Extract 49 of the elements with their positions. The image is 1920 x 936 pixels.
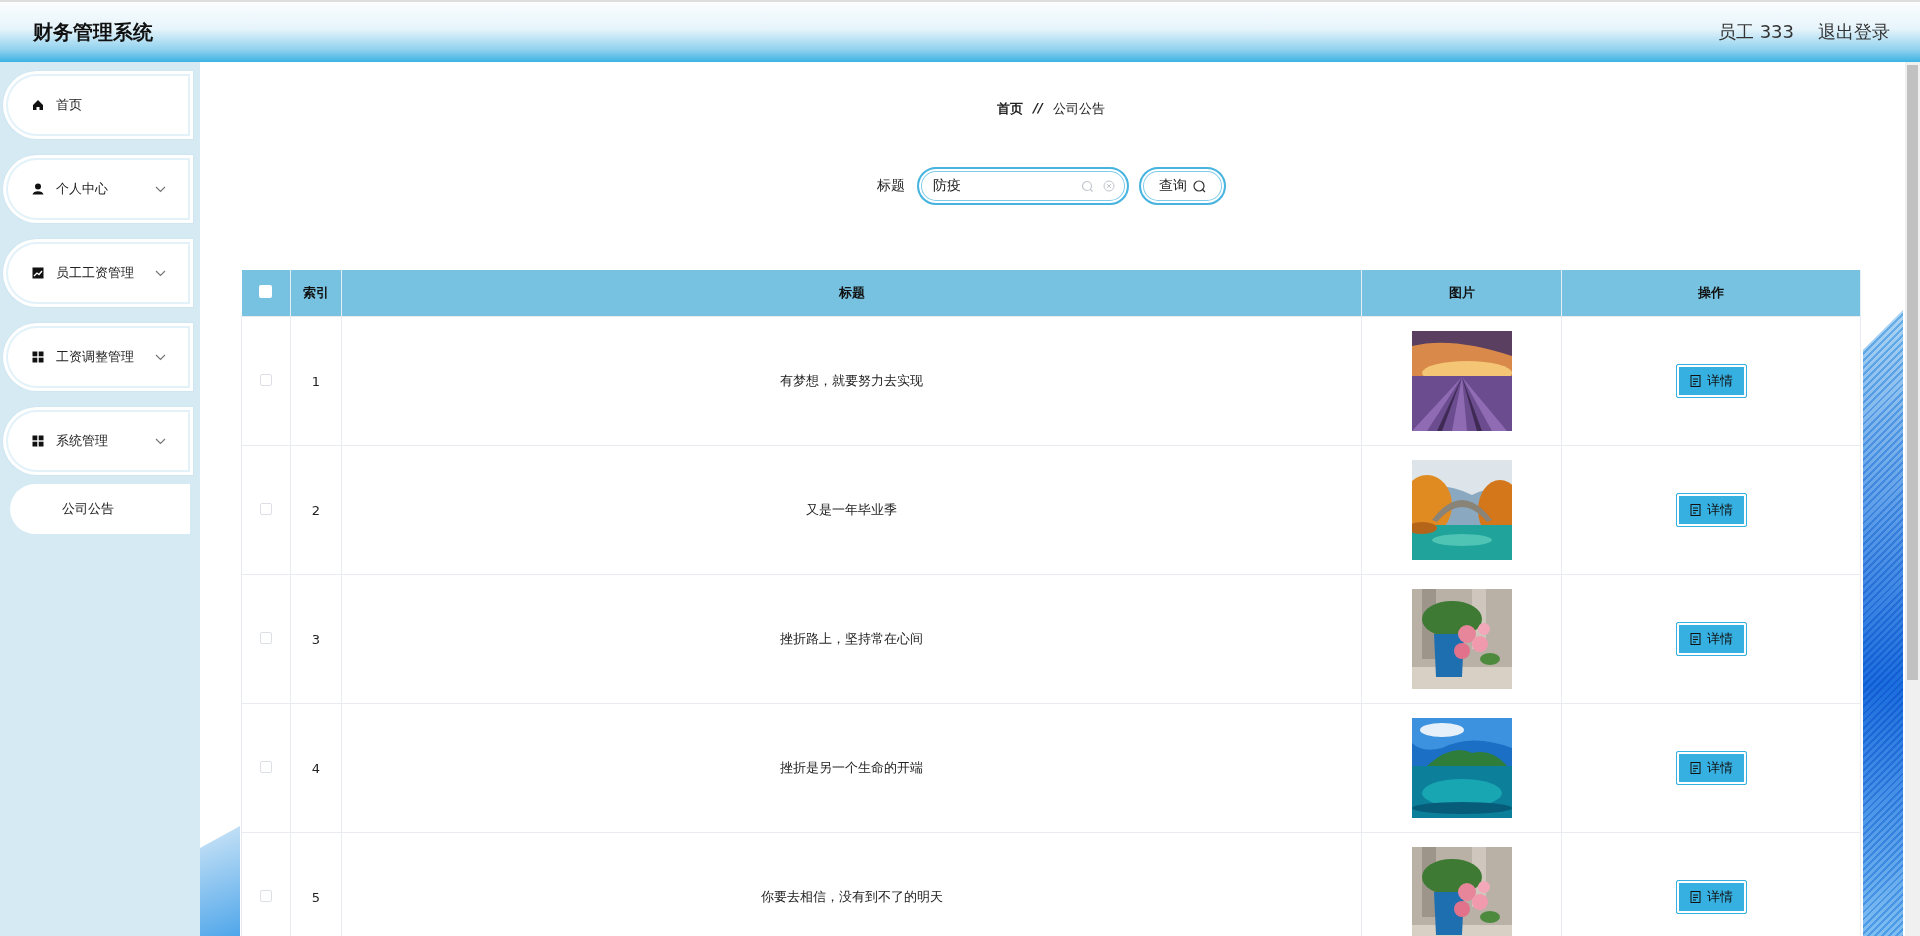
search-label: 标题 <box>876 177 905 195</box>
search-icon <box>1080 180 1093 192</box>
table-cell: 你要去相信，没有到不了的明天 <box>760 889 943 904</box>
table-cell: 挫折路上，坚持常在心间 <box>780 631 923 646</box>
column-header: 索引 <box>303 285 329 300</box>
select-all-checkbox[interactable] <box>259 285 273 298</box>
home-icon <box>32 99 44 111</box>
table-cell: 1 <box>311 373 321 389</box>
logout-link[interactable]: 退出登录 <box>1818 20 1890 44</box>
search-field[interactable]: 防疫 <box>916 167 1129 205</box>
detail-button[interactable]: 详情 <box>1675 364 1747 398</box>
table-cell: 又是一年毕业季 <box>806 502 897 517</box>
table-cell: 挫折是另一个生命的开端 <box>780 760 923 775</box>
row-checkbox[interactable] <box>260 631 272 644</box>
detail-button[interactable]: 详情 <box>1675 751 1747 785</box>
detail-button[interactable]: 详情 <box>1675 493 1747 527</box>
detail-button[interactable]: 详情 <box>1675 880 1747 914</box>
document-icon <box>1689 762 1701 774</box>
column-header: 操作 <box>1698 285 1724 300</box>
grid-icon <box>32 351 44 363</box>
row-checkbox[interactable] <box>260 889 272 902</box>
table-cell: 5 <box>311 889 321 905</box>
breadcrumb-item[interactable]: 首页 <box>997 100 1024 120</box>
submenu-item[interactable]: 公司公告 <box>10 484 190 534</box>
document-icon <box>1689 891 1701 903</box>
user-name: 员工 333 <box>1717 20 1794 44</box>
query-button[interactable]: 查询 <box>1138 167 1226 205</box>
detail-button[interactable]: 详情 <box>1675 622 1747 656</box>
chart-icon <box>32 267 44 279</box>
column-header: 图片 <box>1448 285 1475 300</box>
clear-icon <box>1102 180 1115 192</box>
document-icon <box>1689 375 1701 387</box>
row-checkbox[interactable] <box>260 760 272 773</box>
app-title: 财务管理系统 <box>33 18 153 46</box>
row-checkbox[interactable] <box>260 502 272 515</box>
table-cell: 2 <box>311 502 321 518</box>
user-icon <box>32 183 44 195</box>
grid-icon <box>32 435 44 447</box>
breadcrumb-item: 公司公告 <box>1052 100 1105 118</box>
search-icon <box>1192 179 1206 193</box>
document-icon <box>1689 633 1701 645</box>
column-header: 标题 <box>838 285 865 300</box>
table-cell: 4 <box>311 760 321 776</box>
scrollbar[interactable] <box>1905 62 1920 936</box>
document-icon <box>1689 504 1701 516</box>
row-checkbox[interactable] <box>260 373 272 386</box>
table-cell: 3 <box>311 631 321 647</box>
breadcrumb-separator: // <box>1033 100 1043 117</box>
table-cell: 有梦想，就要努力去实现 <box>780 373 923 388</box>
